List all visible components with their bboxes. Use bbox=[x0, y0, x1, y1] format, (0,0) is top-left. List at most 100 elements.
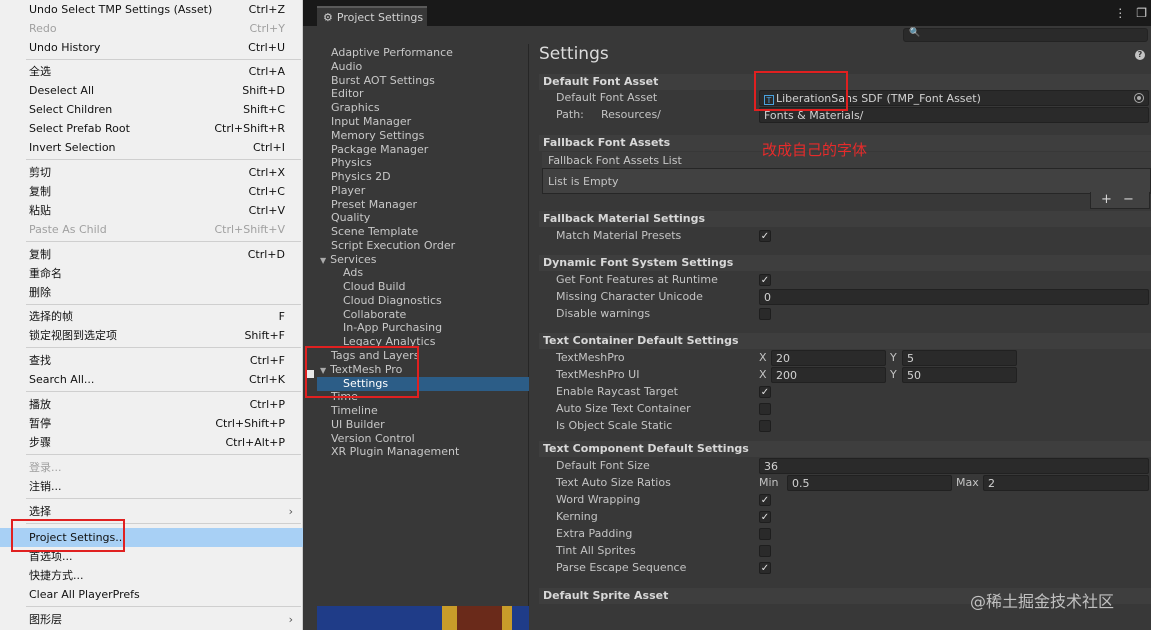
object-scale-static-checkbox[interactable] bbox=[759, 420, 771, 432]
textmeshpro-y-input[interactable]: 5 bbox=[902, 350, 1017, 366]
menu-item-frame-selected[interactable]: 选择的帧 F bbox=[0, 307, 303, 326]
tab-title: Project Settings bbox=[336, 11, 424, 24]
menu-item-shortcut: Ctrl+Shift+P bbox=[215, 417, 285, 430]
x-label: X bbox=[759, 368, 767, 381]
auto-size-container-checkbox[interactable] bbox=[759, 403, 771, 415]
nav-item-version-control[interactable]: Version Control bbox=[331, 432, 415, 446]
menu-item-undo[interactable]: Undo Select TMP Settings (Asset) Ctrl+Z bbox=[0, 0, 303, 19]
menu-item-find[interactable]: 查找 Ctrl+F bbox=[0, 351, 303, 370]
menu-item-label: Invert Selection bbox=[29, 141, 116, 154]
nav-item-input-manager[interactable]: Input Manager bbox=[331, 115, 411, 129]
kerning-checkbox[interactable]: ✓ bbox=[759, 511, 771, 523]
word-wrapping-checkbox[interactable]: ✓ bbox=[759, 494, 771, 506]
nav-item-physics[interactable]: Physics bbox=[331, 156, 372, 170]
nav-item-in-app-purchasing[interactable]: In-App Purchasing bbox=[343, 321, 442, 335]
remove-icon[interactable]: − bbox=[1123, 192, 1134, 207]
match-material-presets-checkbox[interactable]: ✓ bbox=[759, 230, 771, 242]
menu-item-sign-in[interactable]: 登录... bbox=[0, 458, 303, 477]
menu-item-shortcuts[interactable]: 快捷方式... bbox=[0, 566, 303, 585]
nav-item-cloud-diagnostics[interactable]: Cloud Diagnostics bbox=[343, 294, 442, 308]
nav-item-burst[interactable]: Burst AOT Settings bbox=[331, 74, 435, 88]
page-title: Settings bbox=[539, 44, 609, 64]
nav-item-ui-builder[interactable]: UI Builder bbox=[331, 418, 385, 432]
parse-escape-label: Parse Escape Sequence bbox=[556, 561, 687, 574]
nav-item-cloud-build[interactable]: Cloud Build bbox=[343, 280, 406, 294]
parse-escape-checkbox[interactable]: ✓ bbox=[759, 562, 771, 574]
settings-search-input[interactable]: 🔍 bbox=[903, 28, 1148, 42]
missing-unicode-input[interactable]: 0 bbox=[759, 289, 1149, 305]
object-scale-static-label: Is Object Scale Static bbox=[556, 419, 673, 432]
nav-item-physics-2d[interactable]: Physics 2D bbox=[331, 170, 391, 184]
nav-item-quality[interactable]: Quality bbox=[331, 211, 370, 225]
menu-separator bbox=[26, 304, 301, 305]
nav-item-scene-template[interactable]: Scene Template bbox=[331, 225, 418, 239]
caret-down-icon[interactable]: ▼ bbox=[320, 256, 326, 265]
menu-item-deselect-all[interactable]: Deselect All Shift+D bbox=[0, 81, 303, 100]
nav-item-adaptive-performance[interactable]: Adaptive Performance bbox=[331, 46, 453, 60]
nav-item-xr-plugin-management[interactable]: XR Plugin Management bbox=[331, 445, 459, 459]
menu-separator bbox=[26, 347, 301, 348]
nav-item-ads[interactable]: Ads bbox=[343, 266, 363, 280]
default-font-size-input[interactable]: 36 bbox=[759, 458, 1149, 474]
add-icon[interactable]: + bbox=[1101, 192, 1112, 207]
menu-item-delete[interactable]: 删除 bbox=[0, 283, 303, 302]
menu-item-label: 锁定视图到选定项 bbox=[29, 329, 117, 342]
menu-item-search-all[interactable]: Search All... Ctrl+K bbox=[0, 370, 303, 389]
help-icon[interactable]: ? bbox=[1135, 50, 1145, 60]
menu-item-redo[interactable]: Redo Ctrl+Y bbox=[0, 19, 303, 38]
menu-item-label: 暂停 bbox=[29, 417, 51, 430]
nav-item-services[interactable]: ▼ Services bbox=[320, 253, 377, 267]
extra-padding-checkbox[interactable] bbox=[759, 528, 771, 540]
textmeshpro-label: TextMeshPro bbox=[556, 351, 625, 364]
menu-item-paste[interactable]: 粘贴 Ctrl+V bbox=[0, 201, 303, 220]
section-text-container: Text Container Default Settings bbox=[539, 333, 1151, 349]
menu-item-play[interactable]: 播放 Ctrl+P bbox=[0, 395, 303, 414]
nav-item-memory-settings[interactable]: Memory Settings bbox=[331, 129, 424, 143]
menu-item-clear-playerprefs[interactable]: Clear All PlayerPrefs bbox=[0, 585, 303, 604]
nav-item-script-execution-order[interactable]: Script Execution Order bbox=[331, 239, 455, 253]
menu-item-undo-history[interactable]: Undo History Ctrl+U bbox=[0, 38, 303, 57]
menu-item-sign-out[interactable]: 注销... bbox=[0, 477, 303, 496]
menu-item-lock-view[interactable]: 锁定视图到选定项 Shift+F bbox=[0, 326, 303, 345]
menu-item-copy[interactable]: 复制 Ctrl+C bbox=[0, 182, 303, 201]
more-options-icon[interactable]: ⋮ bbox=[1114, 6, 1126, 20]
menu-item-shortcut: Shift+F bbox=[244, 329, 285, 342]
nav-item-player[interactable]: Player bbox=[331, 184, 365, 198]
tint-sprites-checkbox[interactable] bbox=[759, 545, 771, 557]
menu-item-rename[interactable]: 重命名 bbox=[0, 264, 303, 283]
menu-item-select-prefab-root[interactable]: Select Prefab Root Ctrl+Shift+R bbox=[0, 119, 303, 138]
textmeshpro-ui-y-input[interactable]: 50 bbox=[902, 367, 1017, 383]
object-picker-icon[interactable] bbox=[1134, 93, 1144, 103]
menu-item-paste-as-child[interactable]: Paste As Child Ctrl+Shift+V bbox=[0, 220, 303, 239]
min-ratio-input[interactable]: 0.5 bbox=[787, 475, 952, 491]
nav-item-package-manager[interactable]: Package Manager bbox=[331, 143, 428, 157]
window-controls: ⋮ ❐ bbox=[1104, 6, 1147, 20]
nav-item-collaborate[interactable]: Collaborate bbox=[343, 308, 406, 322]
menu-item-invert-selection[interactable]: Invert Selection Ctrl+I bbox=[0, 138, 303, 157]
nav-item-preset-manager[interactable]: Preset Manager bbox=[331, 198, 417, 212]
disable-warnings-checkbox[interactable] bbox=[759, 308, 771, 320]
nav-item-editor[interactable]: Editor bbox=[331, 87, 364, 101]
section-dynamic-font: Dynamic Font System Settings bbox=[539, 255, 1151, 271]
menu-item-label: 全选 bbox=[29, 65, 51, 78]
menu-item-cut[interactable]: 剪切 Ctrl+X bbox=[0, 163, 303, 182]
menu-item-select-children[interactable]: Select Children Shift+C bbox=[0, 100, 303, 119]
nav-item-timeline[interactable]: Timeline bbox=[331, 404, 378, 418]
tab-project-settings[interactable]: ⚙ Project Settings bbox=[317, 6, 427, 26]
menu-item-select-all[interactable]: 全选 Ctrl+A bbox=[0, 62, 303, 81]
menu-item-graphics-tier[interactable]: 图形层 › bbox=[0, 610, 303, 629]
menu-item-label: 注销... bbox=[29, 480, 62, 493]
nav-item-audio[interactable]: Audio bbox=[331, 60, 362, 74]
maximize-icon[interactable]: ❐ bbox=[1136, 6, 1147, 20]
textmeshpro-x-input[interactable]: 20 bbox=[771, 350, 886, 366]
raycast-target-checkbox[interactable]: ✓ bbox=[759, 386, 771, 398]
menu-item-step[interactable]: 步骤 Ctrl+Alt+P bbox=[0, 433, 303, 452]
font-features-checkbox[interactable]: ✓ bbox=[759, 274, 771, 286]
nav-item-graphics[interactable]: Graphics bbox=[331, 101, 380, 115]
menu-item-pause[interactable]: 暂停 Ctrl+Shift+P bbox=[0, 414, 303, 433]
textmeshpro-ui-x-input[interactable]: 200 bbox=[771, 367, 886, 383]
missing-unicode-label: Missing Character Unicode bbox=[556, 290, 703, 303]
max-ratio-input[interactable]: 2 bbox=[983, 475, 1149, 491]
menu-item-duplicate[interactable]: 复制 Ctrl+D bbox=[0, 245, 303, 264]
menu-item-label: Undo History bbox=[29, 41, 101, 54]
